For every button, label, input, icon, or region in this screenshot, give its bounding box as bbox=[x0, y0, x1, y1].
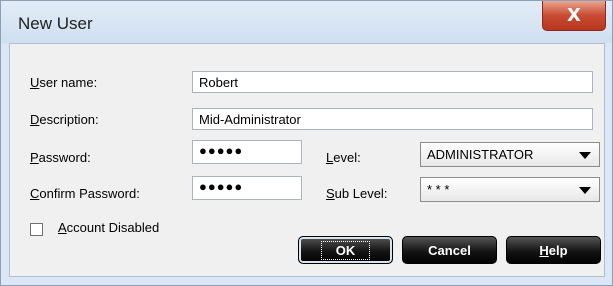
account-disabled-checkbox[interactable] bbox=[30, 223, 43, 236]
confirm-password-input[interactable]: ●●●●● bbox=[192, 176, 302, 200]
level-select[interactable]: ADMINISTRATOR bbox=[420, 142, 600, 167]
cancel-button[interactable]: Cancel bbox=[402, 236, 497, 264]
confirm-password-label: Confirm Password: bbox=[30, 186, 140, 201]
description-input[interactable]: Mid-Administrator bbox=[192, 108, 593, 130]
close-button[interactable]: X bbox=[542, 1, 606, 31]
sub-level-label: Sub Level: bbox=[326, 186, 388, 201]
level-label: Level: bbox=[326, 150, 361, 165]
password-input[interactable]: ●●●●● bbox=[192, 140, 302, 164]
password-label: Password: bbox=[30, 150, 91, 165]
dialog-title: New User bbox=[18, 14, 93, 33]
new-user-dialog: New User X User name: Robert Description… bbox=[0, 0, 613, 286]
description-label: Description: bbox=[30, 112, 99, 127]
chevron-down-icon bbox=[579, 152, 591, 159]
title-bar[interactable]: New User X bbox=[1, 1, 612, 43]
ok-button-label: OK bbox=[320, 240, 371, 260]
help-button-label: Help bbox=[539, 242, 568, 258]
user-name-label: User name: bbox=[30, 75, 98, 90]
account-disabled-label[interactable]: Account Disabled bbox=[58, 220, 159, 235]
help-button[interactable]: Help bbox=[506, 236, 601, 264]
close-icon: X bbox=[567, 5, 581, 26]
ok-button[interactable]: OK bbox=[298, 236, 393, 264]
level-select-value: ADMINISTRATOR bbox=[427, 147, 534, 162]
chevron-down-icon bbox=[579, 187, 591, 194]
sub-level-select[interactable]: * * * bbox=[420, 177, 600, 202]
sub-level-select-value: * * * bbox=[427, 182, 450, 197]
cancel-button-label: Cancel bbox=[428, 242, 471, 258]
user-name-input[interactable]: Robert bbox=[192, 71, 593, 93]
